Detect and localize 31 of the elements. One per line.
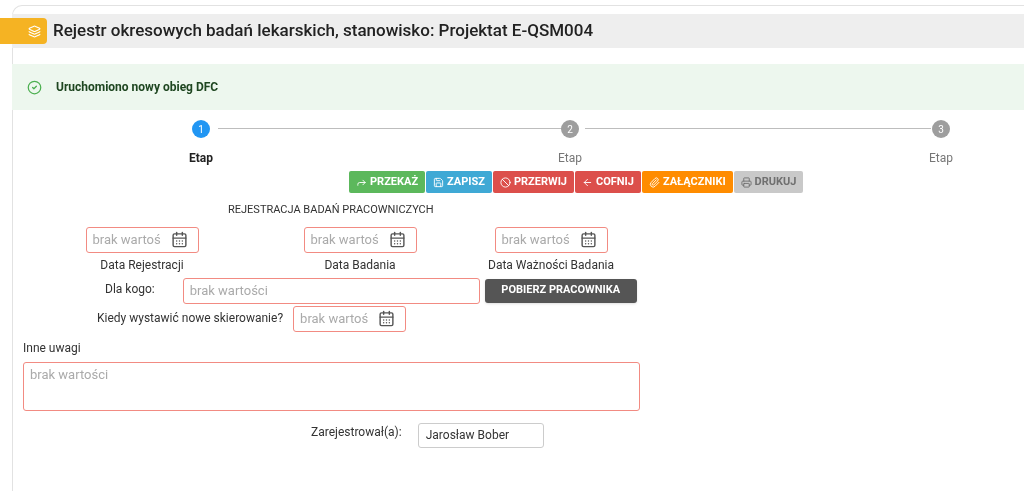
step-label: Etap bbox=[558, 150, 582, 167]
fetch-employee-button[interactable]: POBIERZ PRACOWNIKA bbox=[484, 278, 637, 303]
ban-icon bbox=[499, 176, 511, 188]
action-button[interactable]: COFNIJ bbox=[575, 171, 641, 193]
notes-field[interactable]: brak wartości bbox=[23, 361, 640, 411]
check-icon bbox=[27, 79, 42, 95]
field-label: Data Ważności Badania bbox=[488, 256, 614, 274]
calendar-icon[interactable] bbox=[388, 230, 406, 248]
step-label: Etap bbox=[189, 150, 213, 167]
action-button[interactable]: PRZERWIJ bbox=[492, 171, 574, 193]
printer-icon bbox=[740, 176, 752, 188]
field-label: Data Rejestracji bbox=[100, 256, 184, 274]
page-title: Rejestr okresowych badań lekarskich, stanowisko: Projektat E-QSM004 bbox=[53, 19, 594, 43]
calendar-icon[interactable] bbox=[378, 309, 396, 327]
field-label: Kiedy wystawić nowe skierowanie? bbox=[97, 309, 284, 327]
text-field[interactable]: Jarosław Bober bbox=[417, 422, 544, 448]
paperclip-icon bbox=[648, 176, 660, 188]
alert-message: Uruchomiono nowy obieg DFC bbox=[56, 79, 219, 96]
step-label: Etap bbox=[929, 150, 953, 167]
field-label: Inne uwagi bbox=[23, 339, 81, 357]
field-label: Data Badania bbox=[324, 256, 396, 274]
field-label: Dla kogo: bbox=[105, 280, 155, 298]
action-button[interactable]: ZAŁĄCZNIKI bbox=[641, 171, 733, 193]
action-button[interactable]: ZAPISZ bbox=[426, 171, 492, 193]
text-field[interactable]: brak wartości bbox=[182, 277, 480, 304]
action-button[interactable]: PRZEKAŻ bbox=[349, 171, 426, 193]
section-title: REJESTRACJA BADAŃ PRACOWNICZYCH bbox=[228, 202, 434, 218]
calendar-icon[interactable] bbox=[170, 230, 188, 248]
left-arrow-icon bbox=[582, 176, 593, 188]
calendar-icon[interactable] bbox=[579, 230, 597, 248]
field-label: Zarejestrował(a): bbox=[311, 424, 402, 441]
